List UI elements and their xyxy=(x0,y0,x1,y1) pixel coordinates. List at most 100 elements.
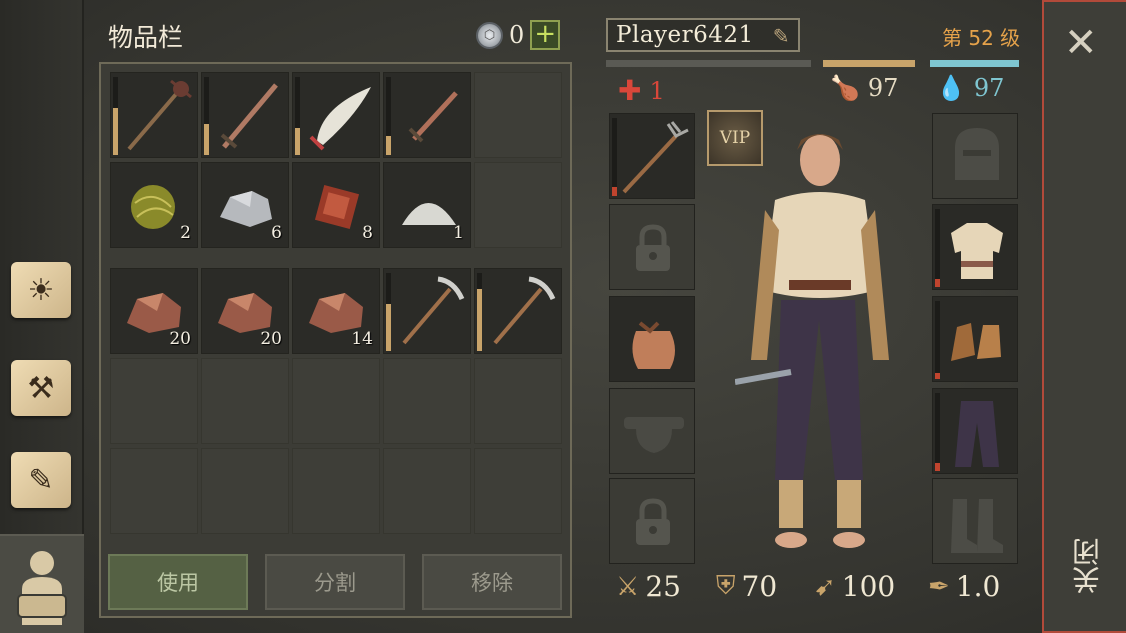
inventory-screen: ☀ ⚒ ✎ 物品栏 ⬡ 0 + 2 6 8 1 20 20 14 使用 分割 移… xyxy=(0,0,1126,633)
remove-button[interactable]: 移除 xyxy=(422,554,562,610)
weight-value: 1.0 xyxy=(955,570,1001,603)
shirt-icon xyxy=(951,223,1003,279)
inventory-slot-empty[interactable] xyxy=(201,358,289,444)
durability-bar xyxy=(204,123,209,155)
durability-bar xyxy=(113,108,118,155)
inventory-slot-empty[interactable] xyxy=(474,72,562,158)
speed-stat: ➹ 100 xyxy=(814,570,895,603)
equip-slot-head[interactable] xyxy=(932,113,1018,199)
inventory-slot-empty[interactable] xyxy=(292,358,380,444)
sword-icon xyxy=(220,83,278,149)
inventory-slot-empty[interactable] xyxy=(383,358,471,444)
weight-stat: ✒ 1.0 xyxy=(928,570,1000,603)
weight-icon: ✒ xyxy=(928,571,950,602)
inventory-slot-empty[interactable] xyxy=(474,162,562,248)
inventory-slot-empty[interactable] xyxy=(292,448,380,534)
dagger-icon xyxy=(408,91,458,143)
inventory-slot[interactable] xyxy=(201,72,289,158)
tab-crafting[interactable]: ⚒ xyxy=(4,350,78,426)
pickaxe-icon xyxy=(493,276,556,345)
close-label[interactable]: 关闭 xyxy=(1068,538,1104,594)
character-model xyxy=(735,134,889,548)
equip-slot-legs[interactable] xyxy=(932,388,1018,474)
inventory-grid: 2 6 8 1 20 20 14 xyxy=(99,62,572,618)
belt-pouch-icon xyxy=(624,417,684,453)
edit-name-icon[interactable]: ✎ xyxy=(773,24,790,48)
durability-bar xyxy=(295,127,300,155)
inventory-slot[interactable]: 20 xyxy=(201,268,289,354)
helmet-icon xyxy=(955,128,999,180)
armor-stat: ⛨ 70 xyxy=(716,570,777,603)
inventory-slot[interactable]: 14 xyxy=(292,268,380,354)
tab-character[interactable] xyxy=(0,534,84,633)
speed-icon: ➹ xyxy=(814,571,836,602)
boots-icon xyxy=(951,499,1003,553)
equip-slot-feet[interactable] xyxy=(932,478,1018,564)
food-value: 97 xyxy=(867,74,899,102)
inventory-slot-empty[interactable] xyxy=(110,448,198,534)
tab-journal[interactable]: ✎ xyxy=(4,442,78,518)
water-bar xyxy=(930,60,1019,67)
currency-display: ⬡ 0 + xyxy=(476,20,561,50)
inventory-slot[interactable] xyxy=(292,72,380,158)
inventory-slot[interactable]: 2 xyxy=(110,162,198,248)
player-name: Player6421 xyxy=(616,22,754,48)
currency-count: 0 xyxy=(509,21,525,49)
padlock-icon xyxy=(636,498,670,545)
coin-icon: ⬡ xyxy=(476,21,503,49)
water-drop-icon: 💧 xyxy=(936,74,966,102)
equip-slot-weapon[interactable] xyxy=(609,113,695,199)
item-quantity: 2 xyxy=(180,223,191,243)
inventory-slot-empty[interactable] xyxy=(201,448,289,534)
item-quantity: 6 xyxy=(271,223,282,243)
water-stat: 💧 97 xyxy=(936,74,1004,102)
mace-icon xyxy=(127,79,192,151)
meat-icon: 🍗 xyxy=(830,74,860,102)
water-value: 97 xyxy=(973,74,1005,102)
character-backpack-icon xyxy=(17,551,67,625)
health-value: 1 xyxy=(649,76,665,105)
inventory-slot[interactable]: 6 xyxy=(201,162,289,248)
tab-skills[interactable]: ☀ xyxy=(4,252,78,328)
equip-slot-torso[interactable] xyxy=(932,204,1018,290)
health-cross-icon: ✚ xyxy=(618,74,642,107)
inventory-slot[interactable] xyxy=(474,268,562,354)
item-quantity: 20 xyxy=(169,329,191,349)
inventory-slot[interactable]: 8 xyxy=(292,162,380,248)
equip-slot-locked xyxy=(609,478,695,564)
inventory-slot[interactable] xyxy=(110,72,198,158)
hammer-icon: ⚒ xyxy=(11,360,71,416)
side-tab-rail: ☀ ⚒ ✎ xyxy=(0,0,84,633)
armor-value: 70 xyxy=(741,570,778,603)
food-stat: 🍗 97 xyxy=(830,74,898,102)
inventory-slot[interactable] xyxy=(383,268,471,354)
split-button[interactable]: 分割 xyxy=(265,554,405,610)
equip-slot-bag[interactable] xyxy=(609,296,695,382)
durability-bar xyxy=(386,135,391,155)
add-currency-button[interactable]: + xyxy=(530,20,561,50)
inventory-slot[interactable] xyxy=(383,72,471,158)
armor-icon: ⛨ xyxy=(716,571,736,601)
attack-icon: ⚔ xyxy=(616,571,640,602)
durability-bar xyxy=(477,288,482,351)
sack-icon xyxy=(632,321,675,369)
close-icon[interactable]: ✕ xyxy=(1064,20,1098,66)
inventory-slot[interactable]: 20 xyxy=(110,268,198,354)
equip-slot-hands[interactable] xyxy=(932,296,1018,382)
inventory-slot[interactable]: 1 xyxy=(383,162,471,248)
equip-slot-belt[interactable] xyxy=(609,388,695,474)
inventory-slot-empty[interactable] xyxy=(474,448,562,534)
speed-value: 100 xyxy=(841,570,896,603)
pickaxe-icon xyxy=(402,276,465,345)
use-button[interactable]: 使用 xyxy=(108,554,248,610)
inventory-slot-empty[interactable] xyxy=(110,358,198,444)
inventory-slot-empty[interactable] xyxy=(474,358,562,444)
scimitar-icon xyxy=(309,87,371,151)
scroll-quill-icon: ✎ xyxy=(11,452,71,508)
inventory-slot-empty[interactable] xyxy=(383,448,471,534)
health-stat: ✚ 1 xyxy=(618,74,665,107)
player-name-box[interactable]: Player6421 ✎ xyxy=(606,18,800,52)
item-quantity: 8 xyxy=(362,223,373,243)
trousers-icon xyxy=(955,401,999,467)
pitchfork-icon xyxy=(622,121,689,194)
